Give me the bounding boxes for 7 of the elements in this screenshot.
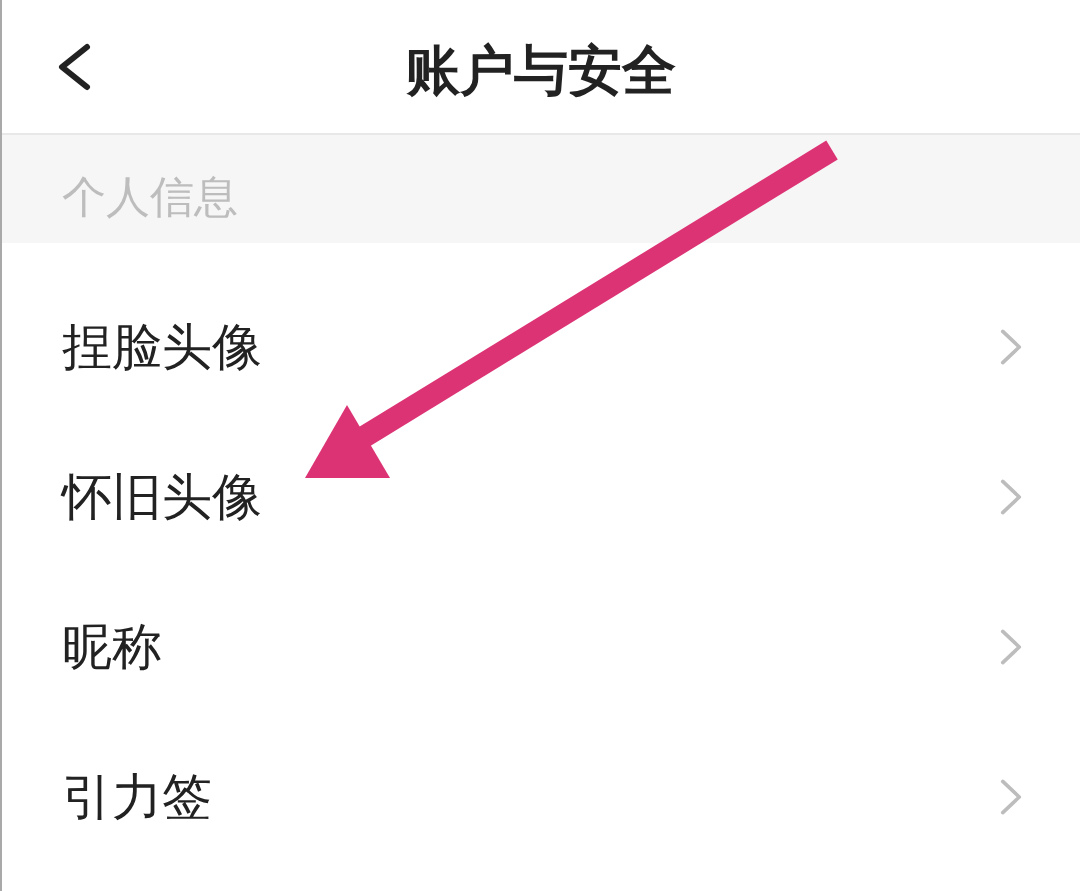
chevron-right-icon <box>1000 778 1022 816</box>
chevron-right-icon <box>1000 478 1022 516</box>
back-chevron-icon <box>56 42 92 91</box>
chevron-right-icon <box>1000 628 1022 666</box>
section-header: 个人信息 <box>2 135 1080 243</box>
chevron-right-icon <box>1000 328 1022 366</box>
page-title: 账户与安全 <box>406 38 676 97</box>
